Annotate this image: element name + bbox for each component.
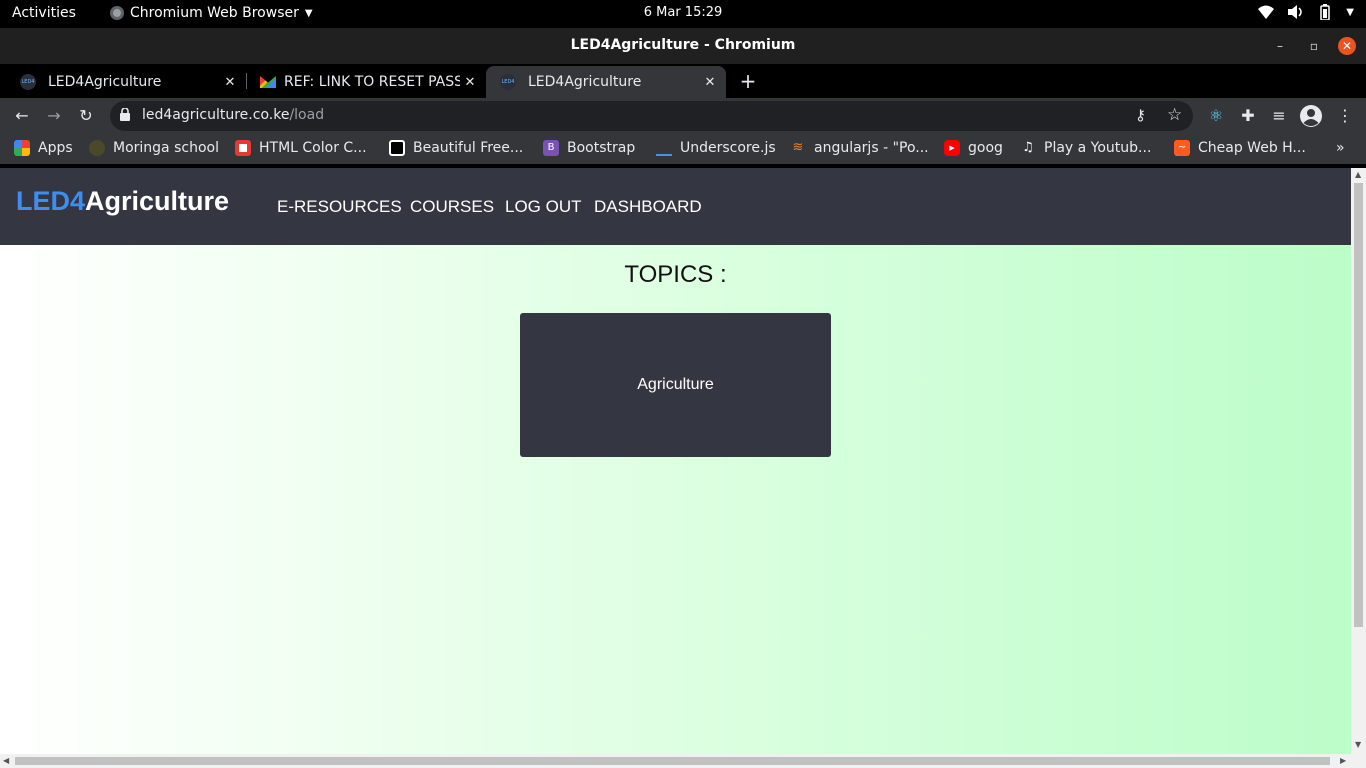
new-tab-button[interactable]: + [737, 70, 759, 92]
profile-avatar-icon[interactable] [1300, 105, 1322, 127]
bookmark-label: Apps [38, 140, 73, 156]
bookmark-underscore[interactable]: Underscore.js [656, 140, 776, 156]
nav-e-resources[interactable]: E-RESOURCES [277, 197, 402, 217]
bookmark-label: angularjs - "Po... [814, 140, 929, 156]
key-icon[interactable]: ⚷ [1135, 106, 1146, 124]
bookmark-bootstrap[interactable]: B Bootstrap [543, 140, 635, 156]
bookmark-beautiful-free[interactable]: Beautiful Free... [389, 140, 523, 156]
reload-icon[interactable]: ↻ [75, 105, 97, 127]
system-top-bar: Activities Chromium Web Browser ▼ 6 Mar … [0, 0, 1366, 28]
bookmark-play-youtube[interactable]: ♫ Play a Youtub... [1020, 140, 1151, 156]
brand-agriculture: Agriculture [85, 186, 230, 216]
bookmark-label: Moringa school [113, 140, 219, 156]
volume-icon [1288, 5, 1303, 19]
bookmark-label: Cheap Web H... [1198, 140, 1306, 156]
nav-dashboard[interactable]: DASHBOARD [594, 197, 702, 217]
browser-toolbar: ← → ↻ led4agriculture.co.ke/load ⚷ ☆ ⚛ ✚… [0, 98, 1366, 134]
topic-card-agriculture[interactable]: Agriculture [520, 313, 831, 457]
system-tray[interactable]: ▼ [1258, 4, 1354, 20]
led4-favicon-icon: LED4 [500, 74, 516, 90]
clock[interactable]: 6 Mar 15:29 [0, 5, 1366, 20]
underscore-icon [656, 140, 672, 156]
bookmark-label: Play a Youtub... [1044, 140, 1152, 156]
back-arrow-icon[interactable]: ← [11, 105, 33, 127]
media-control-icon[interactable]: ≡ [1268, 105, 1290, 127]
topic-title: Agriculture [637, 376, 714, 393]
apps-grid-icon [14, 140, 30, 156]
wifi-icon [1258, 5, 1275, 19]
brand-led4: LED4 [16, 186, 86, 216]
html-color-icon [235, 140, 251, 156]
topics-heading: TOPICS : [624, 261, 727, 288]
tab-led4agriculture-1[interactable]: LED4 LED4Agriculture ✕ [6, 66, 246, 98]
site-navbar: LED4Agriculture E-RESOURCES COURSES LOG … [0, 168, 1351, 245]
tab-divider [246, 73, 247, 89]
led4-favicon-icon: LED4 [20, 74, 36, 90]
moringa-icon [89, 140, 105, 156]
battery-icon [1320, 4, 1331, 20]
horizontal-scrollbar[interactable]: ◀ ▶ [0, 754, 1366, 768]
bookmark-apps[interactable]: Apps [14, 140, 73, 156]
window-title: LED4Agriculture - Chromium [570, 37, 796, 53]
site-logo[interactable]: LED4Agriculture [16, 186, 229, 217]
close-window-button[interactable]: ✕ [1338, 37, 1356, 55]
forward-arrow-icon[interactable]: → [43, 105, 65, 127]
tab-strip: LED4 LED4Agriculture ✕ REF: LINK TO RESE… [0, 64, 1366, 98]
bookmark-html-color[interactable]: HTML Color C... [235, 140, 367, 156]
bookmarks-overflow-icon[interactable]: » [1336, 140, 1345, 156]
nav-courses[interactable]: COURSES [410, 197, 494, 217]
scroll-right-arrow-icon[interactable]: ▶ [1340, 756, 1346, 765]
caret-down-icon: ▼ [1346, 6, 1354, 18]
nav-log-out[interactable]: LOG OUT [505, 197, 582, 217]
page-viewport: LED4Agriculture E-RESOURCES COURSES LOG … [0, 168, 1351, 754]
star-icon[interactable]: ☆ [1167, 105, 1182, 125]
gmail-icon [260, 76, 276, 88]
url-path: /load [289, 107, 325, 123]
bookmark-label: Underscore.js [680, 140, 776, 156]
close-tab-icon[interactable]: ✕ [460, 75, 480, 90]
vertical-scroll-thumb[interactable] [1354, 183, 1363, 627]
bookmark-label: HTML Color C... [259, 140, 367, 156]
bookmark-label: Beautiful Free... [413, 140, 524, 156]
url-host: led4agriculture.co.ke [142, 107, 290, 123]
bookmark-moringa[interactable]: Moringa school [89, 140, 219, 156]
horizontal-scroll-thumb[interactable] [15, 757, 1330, 765]
vertical-scrollbar[interactable]: ▲ ▼ [1351, 168, 1366, 754]
kebab-menu-icon[interactable]: ⋮ [1334, 105, 1356, 127]
music-note-icon: ♫ [1022, 140, 1034, 155]
react-devtools-icon[interactable]: ⚛ [1205, 105, 1227, 127]
bookmark-label: goog [968, 140, 1003, 156]
window-title-bar: LED4Agriculture - Chromium – ▫ ✕ [0, 28, 1366, 64]
scroll-down-arrow-icon[interactable]: ▼ [1355, 740, 1361, 749]
unsplash-icon [389, 140, 405, 156]
youtube-icon: ▶ [944, 140, 960, 156]
bookmarks-bar: Apps Moringa school HTML Color C... Beau… [0, 134, 1366, 164]
tab-label: LED4Agriculture [528, 74, 642, 90]
close-tab-icon[interactable]: ✕ [220, 75, 240, 90]
address-bar[interactable]: led4agriculture.co.ke/load ⚷ ☆ [110, 101, 1193, 131]
extensions-icon[interactable]: ✚ [1237, 105, 1259, 127]
minimize-button[interactable]: – [1271, 37, 1289, 55]
bookmark-goog[interactable]: ▶ goog [944, 140, 1003, 156]
lock-icon [120, 107, 130, 125]
bookmark-cheap-web[interactable]: ~ Cheap Web H... [1174, 140, 1306, 156]
scroll-left-arrow-icon[interactable]: ◀ [3, 756, 9, 765]
maximize-button[interactable]: ▫ [1305, 37, 1323, 55]
close-tab-icon[interactable]: ✕ [700, 75, 720, 90]
bootstrap-icon: B [543, 140, 559, 156]
tab-label: LED4Agriculture [48, 74, 162, 90]
tab-led4agriculture-active[interactable]: LED4 LED4Agriculture ✕ [486, 66, 726, 98]
tab-label: REF: LINK TO RESET PASSWORD [284, 74, 460, 90]
cheap-web-icon: ~ [1174, 140, 1190, 156]
url-text: led4agriculture.co.ke/load [142, 107, 324, 123]
tab-gmail-reset[interactable]: REF: LINK TO RESET PASSWORD ✕ [246, 66, 486, 98]
bookmark-label: Bootstrap [567, 140, 636, 156]
scroll-up-arrow-icon[interactable]: ▲ [1355, 170, 1361, 179]
stackoverflow-icon: ≋ [792, 140, 804, 155]
bookmark-angularjs[interactable]: ≋ angularjs - "Po... [790, 140, 929, 156]
